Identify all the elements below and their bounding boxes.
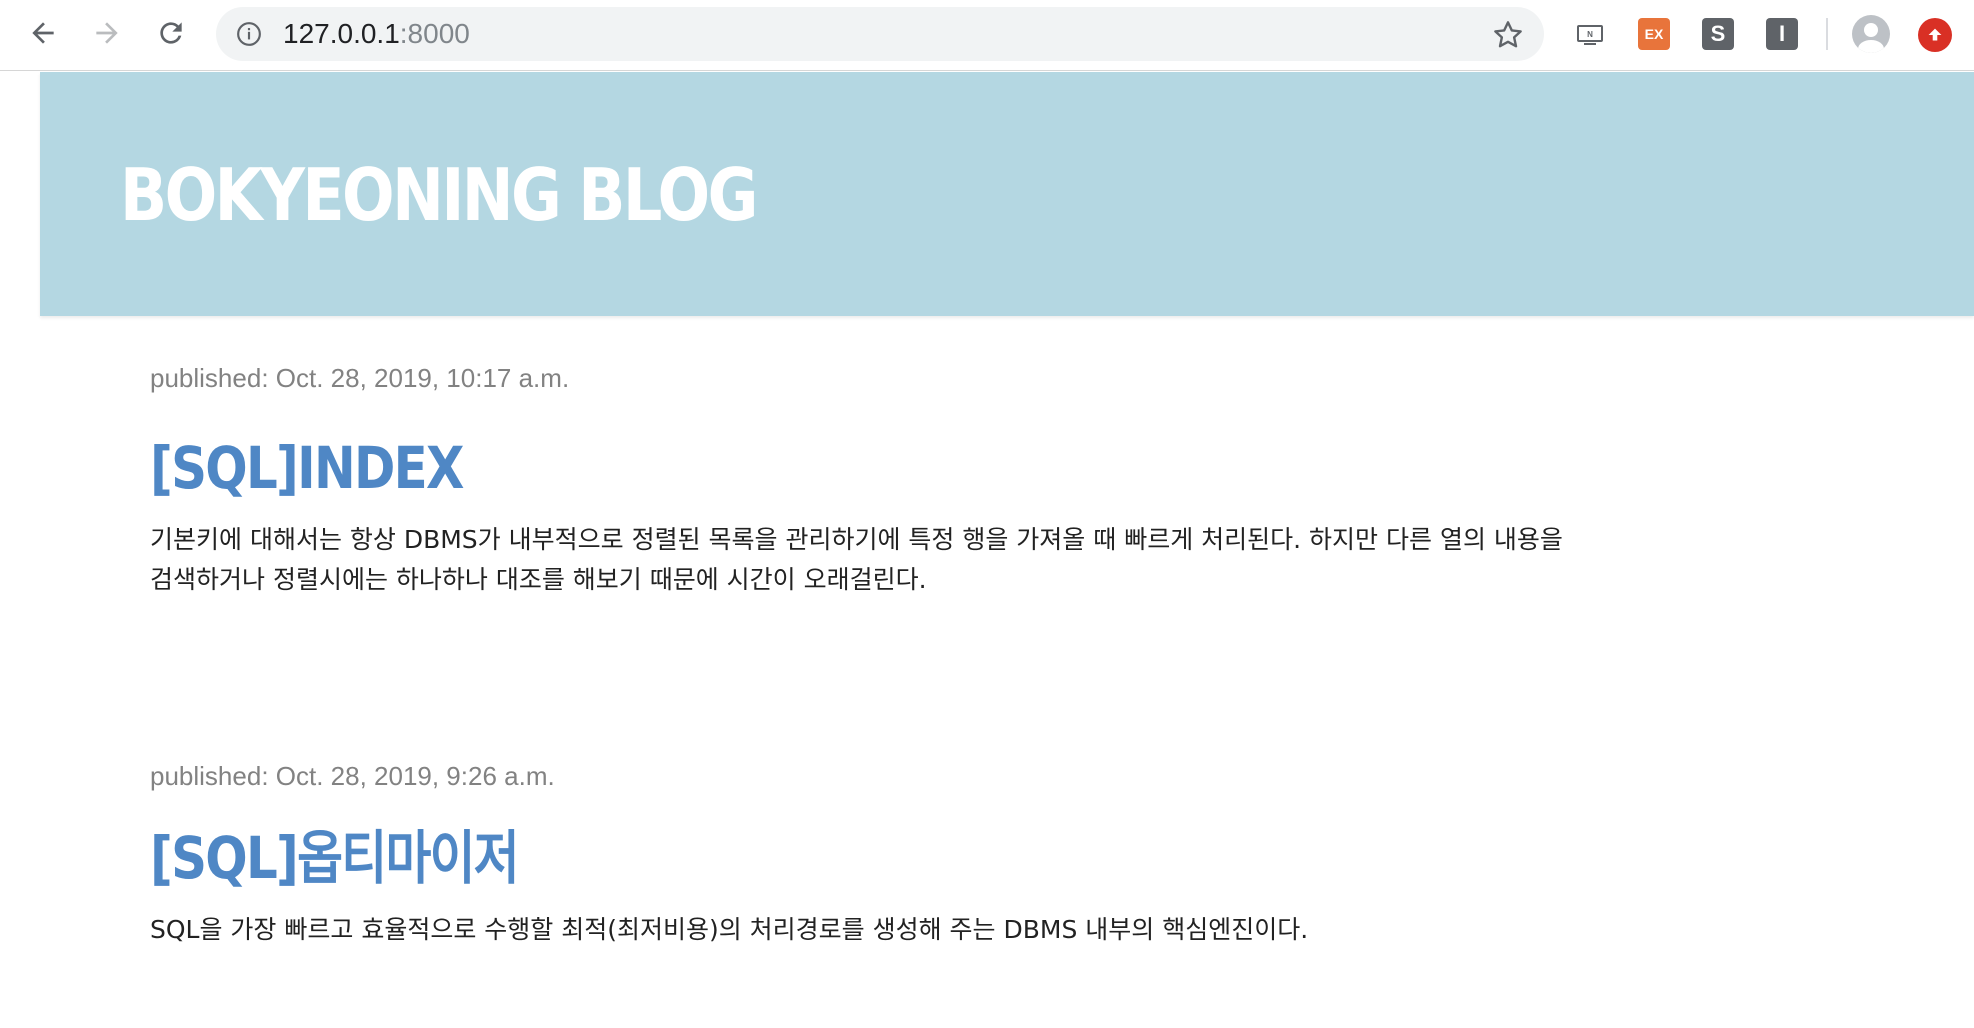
extension-i-icon[interactable]: I [1766, 18, 1798, 50]
arrow-up-icon [1928, 28, 1942, 41]
extension-n-label: N [1587, 30, 1593, 39]
back-button[interactable] [22, 12, 64, 54]
bookmark-star-icon[interactable] [1492, 19, 1524, 51]
update-icon[interactable] [1918, 18, 1952, 52]
toolbar-divider [1826, 18, 1828, 50]
monitor-icon: N [1577, 25, 1603, 45]
site-title[interactable]: BOKYEONING BLOG [120, 150, 758, 240]
address-bar[interactable]: 127.0.0.1:8000 [216, 7, 1544, 61]
forward-button[interactable] [86, 12, 128, 54]
info-icon[interactable] [236, 21, 262, 47]
person-icon [1858, 23, 1884, 53]
extension-ex-label: EX [1644, 26, 1664, 42]
url-port: :8000 [399, 18, 470, 49]
blog-header: BOKYEONING BLOG [40, 72, 1974, 316]
post-title-link[interactable]: [SQL]옵티마이저 [150, 818, 1388, 898]
arrow-right-icon [96, 22, 118, 44]
extension-s-label: S [1710, 21, 1726, 46]
extension-n-icon[interactable]: N [1574, 18, 1606, 50]
extension-i-label: I [1778, 21, 1786, 46]
url-text[interactable]: 127.0.0.1:8000 [283, 7, 470, 61]
extension-ex-icon[interactable]: EX [1638, 18, 1670, 50]
arrow-left-icon [32, 22, 54, 44]
extension-s-icon[interactable]: S [1702, 18, 1734, 50]
post-published-date: published: Oct. 28, 2019, 9:26 a.m. [150, 761, 555, 791]
post-title-link[interactable]: [SQL]INDEX [150, 428, 1388, 508]
reload-icon [160, 22, 182, 44]
profile-avatar-icon[interactable] [1852, 15, 1890, 53]
post-published-date: published: Oct. 28, 2019, 10:17 a.m. [150, 363, 570, 393]
browser-toolbar: 127.0.0.1:8000 N EX S I [0, 0, 1974, 71]
url-host: 127.0.0.1 [283, 18, 400, 49]
post-excerpt: SQL을 가장 빠르고 효율적으로 수행할 최적(최저비용)의 처리경로를 생성… [150, 915, 1309, 944]
post-item: published: Oct. 28, 2019, 9:26 a.m. [SQL… [150, 754, 1590, 950]
post-excerpt: 기본키에 대해서는 항상 DBMS가 내부적으로 정렬된 목록을 관리하기에 특… [150, 525, 1563, 594]
post-item: published: Oct. 28, 2019, 10:17 a.m. [SQ… [150, 356, 1590, 600]
reload-button[interactable] [150, 12, 192, 54]
